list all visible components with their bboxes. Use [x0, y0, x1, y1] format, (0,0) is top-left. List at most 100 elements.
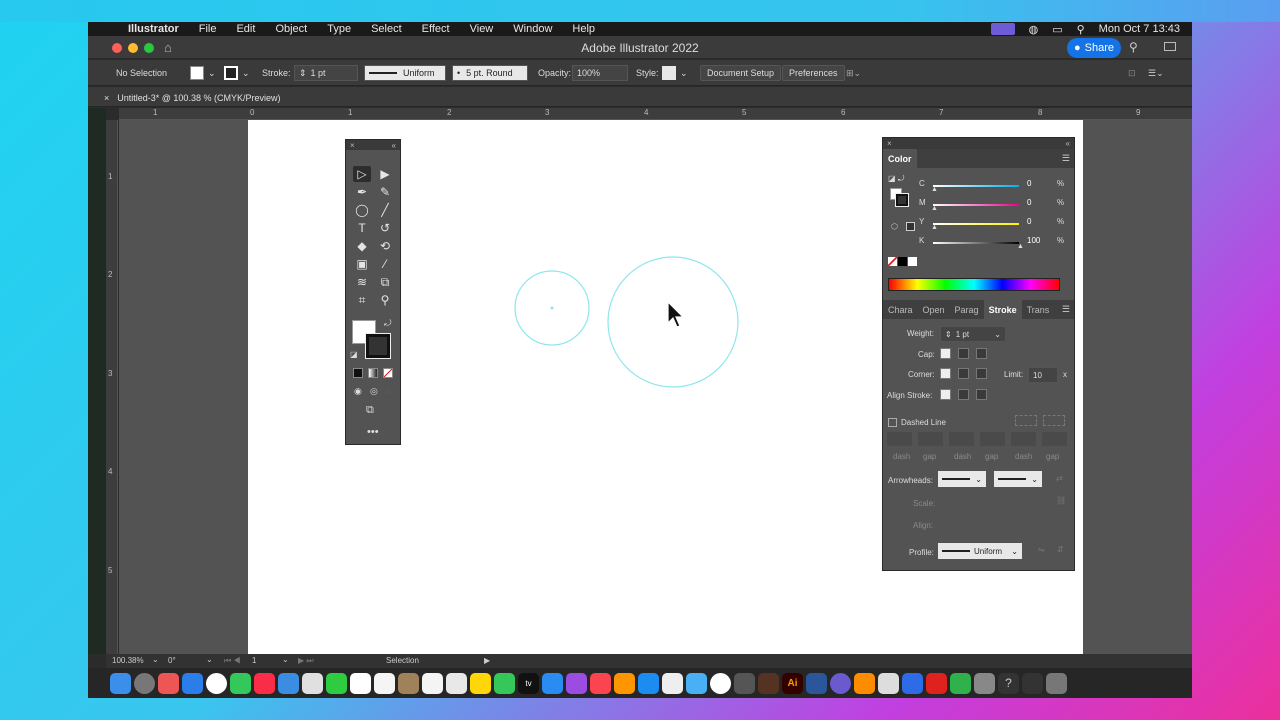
zoom-level[interactable]: 100.38%: [112, 656, 144, 665]
type-tool-icon[interactable]: T: [353, 220, 371, 236]
menu-select[interactable]: Select: [371, 23, 402, 35]
swap-colors-icon[interactable]: ⤾: [384, 318, 392, 329]
search-icon[interactable]: ⚲: [1129, 40, 1138, 54]
lasso-tool-icon[interactable]: ⟲: [376, 238, 394, 254]
channel-value[interactable]: 0: [1027, 217, 1051, 229]
panel-menu-icon[interactable]: ☰: [1062, 304, 1070, 315]
clock[interactable]: Mon Oct 7 13:43: [1099, 23, 1180, 35]
black-swatch[interactable]: [898, 257, 907, 266]
out-of-gamut-icon[interactable]: ⬡: [891, 222, 898, 231]
gradient-mode-icon[interactable]: [368, 368, 378, 378]
selection-tool-icon[interactable]: ▷: [353, 166, 371, 182]
bevel-join-icon[interactable]: [976, 368, 987, 379]
illustrator-icon[interactable]: Ai: [782, 672, 803, 694]
vertical-ruler[interactable]: 1 2 3 4 5: [106, 120, 118, 654]
cyan-slider[interactable]: C ▲ 0 %: [919, 179, 1069, 193]
menu-effect[interactable]: Effect: [422, 23, 450, 35]
mail-icon[interactable]: [278, 672, 299, 694]
finder-icon[interactable]: [110, 672, 131, 694]
instruments-icon[interactable]: [758, 672, 779, 694]
menu-file[interactable]: File: [199, 23, 217, 35]
projecting-cap-icon[interactable]: [976, 348, 987, 359]
close-tab-icon[interactable]: ×: [104, 93, 109, 103]
channel-value[interactable]: 100: [1027, 236, 1051, 248]
dash-adjust-icon[interactable]: [1043, 415, 1065, 426]
slider-thumb[interactable]: ▲: [931, 205, 938, 212]
maps-icon[interactable]: [302, 672, 323, 694]
document-tab[interactable]: × Untitled-3* @ 100.38 % (CMYK/Preview): [104, 89, 280, 107]
cursor-app-icon[interactable]: [950, 672, 971, 694]
weather-icon[interactable]: [686, 672, 707, 694]
tab-transparency[interactable]: Trans: [1022, 300, 1055, 319]
share-button[interactable]: ● Share: [1067, 38, 1121, 58]
web-safe-icon[interactable]: [906, 222, 915, 231]
workspace-switcher-icon[interactable]: [1164, 42, 1176, 51]
facetime-icon[interactable]: [326, 672, 347, 694]
pen-tool-icon[interactable]: ✒: [353, 184, 371, 200]
chevron-down-icon[interactable]: ⌄: [206, 655, 213, 664]
calculator-icon[interactable]: [734, 672, 755, 694]
menu-help[interactable]: Help: [572, 23, 595, 35]
search-icon[interactable]: ⚲: [1077, 23, 1085, 36]
gap-field[interactable]: [918, 432, 943, 446]
freeform-icon[interactable]: [446, 672, 467, 694]
gap-field[interactable]: [980, 432, 1005, 446]
apple-tv-icon[interactable]: tv: [518, 672, 539, 694]
yellow-slider[interactable]: Y ▲ 0 %: [919, 217, 1069, 231]
word-icon[interactable]: [806, 672, 827, 694]
news-icon[interactable]: [590, 672, 611, 694]
close-icon[interactable]: ×: [887, 139, 892, 148]
vectorworks-icon[interactable]: [902, 672, 923, 694]
collapse-icon[interactable]: «: [392, 141, 396, 150]
variable-width-profile[interactable]: Uniform: [364, 65, 446, 81]
color-mode-icon[interactable]: [353, 368, 363, 378]
menu-edit[interactable]: Edit: [236, 23, 255, 35]
horizontal-ruler[interactable]: 1 0 1 2 3 4 5 6 7 8 9: [119, 108, 1192, 120]
messages-icon[interactable]: [230, 672, 251, 694]
launchpad-icon[interactable]: [134, 672, 155, 694]
paintbrush-tool-icon[interactable]: ╱: [376, 202, 394, 218]
artboard-number[interactable]: 1: [252, 656, 256, 665]
slider-thumb[interactable]: ▲: [931, 186, 938, 193]
flip-profile-vertical-icon[interactable]: ⇵: [1057, 545, 1064, 554]
white-swatch[interactable]: [908, 257, 917, 266]
chevron-down-icon[interactable]: ⌄: [282, 655, 289, 664]
shape-builder-tool-icon[interactable]: ⧉: [376, 274, 394, 290]
dash-field[interactable]: [949, 432, 974, 446]
screen-mode-icon[interactable]: ⧉: [366, 404, 374, 417]
panel-header[interactable]: × «: [883, 138, 1074, 149]
slider-thumb[interactable]: ▲: [931, 224, 938, 231]
stroke-weight-field[interactable]: ⇕ 1 pt ⌄: [940, 326, 1006, 342]
menu-object[interactable]: Object: [275, 23, 307, 35]
channel-value[interactable]: 0: [1027, 179, 1051, 191]
menu-view[interactable]: View: [470, 23, 494, 35]
end-arrowhead-select[interactable]: ⌄: [994, 471, 1042, 487]
zoom-tool-icon[interactable]: ⚲: [376, 292, 394, 308]
eyedropper-tool-icon[interactable]: ⁄: [376, 256, 394, 272]
apps-folder-icon[interactable]: [158, 672, 179, 694]
reminders-icon[interactable]: [374, 672, 395, 694]
terminal-icon[interactable]: [1022, 672, 1043, 694]
round-cap-icon[interactable]: [958, 348, 969, 359]
tab-character[interactable]: Chara: [883, 300, 918, 319]
width-profile-select[interactable]: Uniform ⌄: [938, 543, 1022, 559]
curvature-tool-icon[interactable]: ✎: [376, 184, 394, 200]
tab-paragraph[interactable]: Parag: [950, 300, 984, 319]
channel-value[interactable]: 0: [1027, 198, 1051, 210]
stroke-color-swatch[interactable]: [365, 333, 391, 359]
preferences-button[interactable]: Preferences: [782, 65, 845, 81]
gradient-tool-icon[interactable]: ▣: [353, 256, 371, 272]
draw-inside-icon[interactable]: ◌: [386, 386, 391, 396]
eraser-tool-icon[interactable]: ◆: [353, 238, 371, 254]
flip-profile-icon[interactable]: ⇋: [1038, 545, 1045, 554]
ellipse-tool-icon[interactable]: ◯: [353, 202, 371, 218]
menu-type[interactable]: Type: [327, 23, 351, 35]
dash-align-icon[interactable]: [1015, 415, 1037, 426]
menu-app-name[interactable]: Illustrator: [128, 23, 179, 35]
trash-icon[interactable]: [1046, 672, 1067, 694]
podcasts-icon[interactable]: [566, 672, 587, 694]
draw-behind-icon[interactable]: ◎: [370, 386, 378, 397]
archive-icon[interactable]: [974, 672, 995, 694]
notes-icon[interactable]: [470, 672, 491, 694]
artboard-nav-icon[interactable]: ⏮ ◀: [224, 656, 241, 666]
